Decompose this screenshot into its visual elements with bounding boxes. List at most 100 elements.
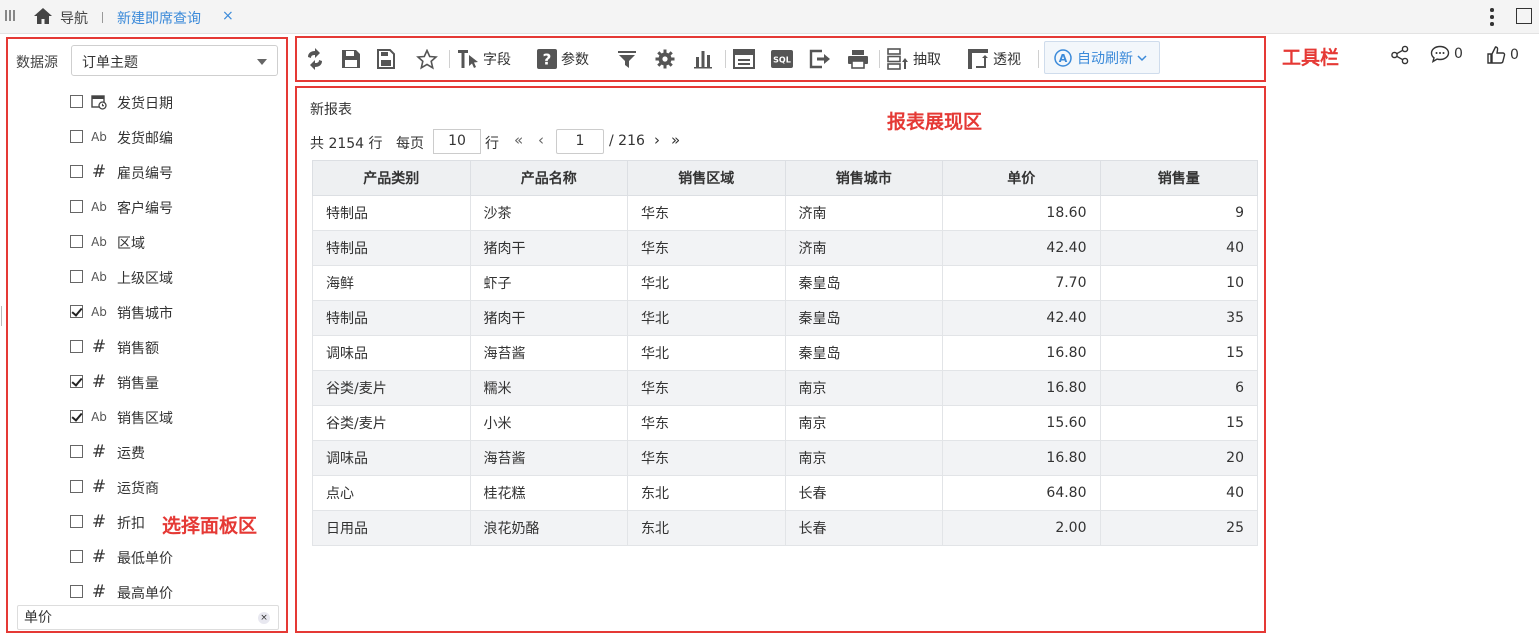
field-search-input[interactable] bbox=[24, 609, 244, 625]
field-checkbox[interactable] bbox=[70, 410, 83, 423]
field-item[interactable]: Ab 销售城市 bbox=[70, 300, 270, 324]
print-button[interactable] bbox=[847, 46, 869, 72]
last-page-icon[interactable]: » bbox=[671, 131, 680, 149]
field-item[interactable]: Ab 销售区域 bbox=[70, 405, 270, 429]
table-row[interactable]: 调味品 海苔酱 华东 南京 16.80 20 bbox=[312, 440, 1258, 476]
field-checkbox[interactable] bbox=[70, 340, 83, 353]
text-type-icon: Ab bbox=[91, 410, 107, 424]
maximize-icon[interactable] bbox=[1516, 8, 1532, 24]
field-label: 销售量 bbox=[117, 376, 159, 392]
more-options-icon[interactable] bbox=[1485, 6, 1499, 28]
save-button[interactable] bbox=[341, 46, 361, 72]
export-icon bbox=[809, 49, 830, 69]
field-checkbox[interactable] bbox=[70, 445, 83, 458]
fields-button[interactable]: 字段 bbox=[457, 46, 511, 72]
comment-button[interactable]: 0 bbox=[1430, 45, 1463, 63]
field-item[interactable]: Ab 上级区域 bbox=[70, 265, 270, 289]
pivot-button[interactable]: 透视 bbox=[967, 46, 1021, 72]
field-item[interactable]: # 运货商 bbox=[70, 475, 270, 499]
field-item[interactable]: # 最高单价 bbox=[70, 580, 270, 604]
table-row[interactable]: 调味品 海苔酱 华北 秦皇岛 16.80 15 bbox=[312, 335, 1258, 371]
table-cell: 糯米 bbox=[469, 370, 628, 406]
field-checkbox[interactable] bbox=[70, 305, 83, 318]
refresh-button[interactable] bbox=[305, 46, 325, 72]
field-checkbox[interactable] bbox=[70, 95, 83, 108]
table-row[interactable]: 特制品 猪肉干 华东 济南 42.40 40 bbox=[312, 230, 1258, 266]
column-header[interactable]: 销售城市 bbox=[784, 160, 943, 196]
sql-button[interactable]: SQL bbox=[771, 46, 793, 72]
field-checkbox[interactable] bbox=[70, 200, 83, 213]
filter-button[interactable] bbox=[617, 46, 637, 72]
column-header[interactable]: 销售量 bbox=[1099, 160, 1258, 196]
fields-label: 字段 bbox=[483, 52, 511, 68]
table-row[interactable]: 日用品 浪花奶酪 东北 长春 2.00 25 bbox=[312, 510, 1258, 546]
export-button[interactable] bbox=[809, 46, 831, 72]
field-item[interactable]: 发货日期 bbox=[70, 90, 270, 114]
table-row[interactable]: 谷类/麦片 小米 华东 南京 15.60 15 bbox=[312, 405, 1258, 441]
field-item[interactable]: Ab 客户编号 bbox=[70, 195, 270, 219]
extract-button[interactable]: 抽取 bbox=[887, 46, 941, 72]
field-item[interactable]: # 运费 bbox=[70, 440, 270, 464]
menu-grip-icon[interactable] bbox=[5, 10, 15, 22]
layout-button[interactable] bbox=[733, 46, 755, 72]
next-page-icon[interactable]: › bbox=[654, 131, 660, 149]
column-header[interactable]: 产品名称 bbox=[469, 160, 628, 196]
panel-splitter[interactable] bbox=[1, 306, 3, 326]
field-checkbox[interactable] bbox=[70, 515, 83, 528]
column-header[interactable]: 单价 bbox=[942, 160, 1101, 196]
prev-page-icon[interactable]: ‹ bbox=[538, 131, 544, 149]
tab-close-icon[interactable]: × bbox=[222, 8, 234, 24]
column-header[interactable]: 产品类别 bbox=[312, 160, 471, 196]
field-item[interactable]: # 销售额 bbox=[70, 335, 270, 359]
share-button[interactable] bbox=[1390, 45, 1410, 65]
first-page-icon[interactable]: « bbox=[514, 131, 523, 149]
field-item[interactable]: # 雇员编号 bbox=[70, 160, 270, 184]
table-row[interactable]: 特制品 沙茶 华东 济南 18.60 9 bbox=[312, 195, 1258, 231]
number-type-icon: # bbox=[91, 337, 107, 357]
field-checkbox[interactable] bbox=[70, 165, 83, 178]
field-checkbox[interactable] bbox=[70, 480, 83, 493]
table-cell: 18.60 bbox=[942, 195, 1101, 231]
save-as-button[interactable] bbox=[377, 46, 399, 72]
field-item[interactable]: # 最低单价 bbox=[70, 545, 270, 569]
table-row[interactable]: 特制品 猪肉干 华北 秦皇岛 42.40 35 bbox=[312, 300, 1258, 336]
field-checkbox[interactable] bbox=[70, 585, 83, 598]
field-checkbox[interactable] bbox=[70, 550, 83, 563]
page-size-input[interactable]: 10 bbox=[433, 129, 481, 154]
datasource-label: 数据源 bbox=[16, 55, 58, 71]
table-row[interactable]: 海鲜 虾子 华北 秦皇岛 7.70 10 bbox=[312, 265, 1258, 301]
settings-button[interactable] bbox=[655, 46, 675, 72]
clear-search-icon[interactable]: × bbox=[258, 612, 270, 624]
tab-new-adhoc-query[interactable]: 新建即席查询 bbox=[117, 8, 201, 28]
field-label: 销售城市 bbox=[117, 306, 173, 322]
filter-icon bbox=[618, 51, 636, 68]
parameters-button[interactable]: ? 参数 bbox=[537, 46, 589, 72]
field-item[interactable]: # 销售量 bbox=[70, 370, 270, 394]
datasource-select[interactable]: 订单主题 bbox=[71, 45, 278, 76]
field-checkbox[interactable] bbox=[70, 130, 83, 143]
like-button[interactable]: 0 bbox=[1486, 45, 1519, 65]
table-row[interactable]: 谷类/麦片 糯米 华东 南京 16.80 6 bbox=[312, 370, 1258, 406]
table-row[interactable]: 点心 桂花糕 东北 长春 64.80 40 bbox=[312, 475, 1258, 511]
annotation-report-area: 报表展现区 bbox=[887, 111, 983, 133]
tab-bar: 导航 新建即席查询 × bbox=[0, 0, 1539, 34]
auto-refresh-dropdown[interactable]: A 自动刷新 bbox=[1044, 41, 1160, 74]
home-icon[interactable] bbox=[33, 7, 53, 29]
field-search-box[interactable]: × bbox=[17, 605, 279, 630]
current-page-input[interactable]: 1 bbox=[556, 129, 604, 154]
bar-chart-icon bbox=[694, 51, 712, 69]
field-checkbox[interactable] bbox=[70, 375, 83, 388]
gear-icon bbox=[655, 49, 675, 69]
column-header[interactable]: 销售区域 bbox=[627, 160, 786, 196]
field-item[interactable]: Ab 发货邮编 bbox=[70, 125, 270, 149]
table-cell: 南京 bbox=[784, 370, 943, 406]
rows-label: 行 bbox=[485, 136, 499, 152]
field-checkbox[interactable] bbox=[70, 235, 83, 248]
field-checkbox[interactable] bbox=[70, 270, 83, 283]
field-label: 最低单价 bbox=[117, 551, 173, 567]
chart-button[interactable] bbox=[693, 46, 713, 72]
field-item[interactable]: Ab 区域 bbox=[70, 230, 270, 254]
nav-label[interactable]: 导航 bbox=[60, 8, 88, 28]
favorite-button[interactable] bbox=[416, 46, 438, 72]
layout-icon bbox=[733, 49, 755, 69]
